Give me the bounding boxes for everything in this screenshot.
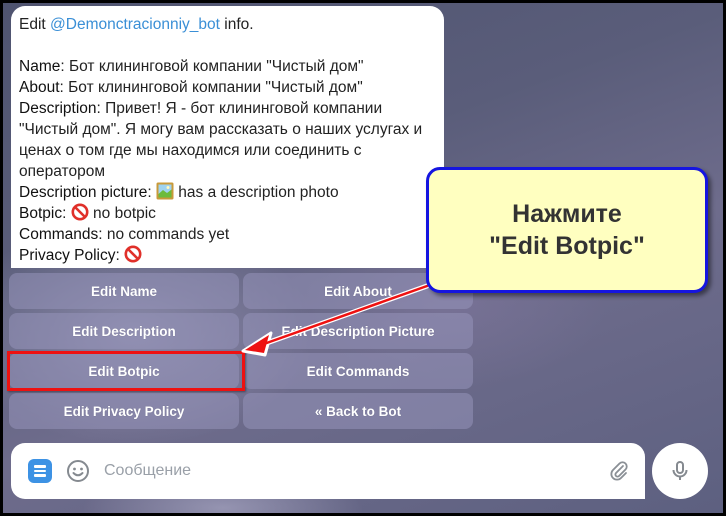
callout-line-2: "Edit Botpic" — [489, 232, 645, 260]
message-input[interactable] — [102, 461, 607, 481]
callout-line-1: Нажмите — [512, 200, 622, 228]
voice-record-button[interactable] — [652, 443, 708, 499]
bot-menu-button[interactable] — [28, 459, 52, 483]
attach-icon[interactable] — [607, 459, 631, 483]
microphone-icon — [672, 461, 688, 480]
chat-window: Edit @Demonctracionniy_bot info. Name: Б… — [3, 3, 723, 513]
message-composer — [11, 443, 645, 499]
emoji-icon[interactable] — [66, 459, 90, 483]
instruction-callout: Нажмите "Edit Botpic" — [426, 167, 708, 293]
